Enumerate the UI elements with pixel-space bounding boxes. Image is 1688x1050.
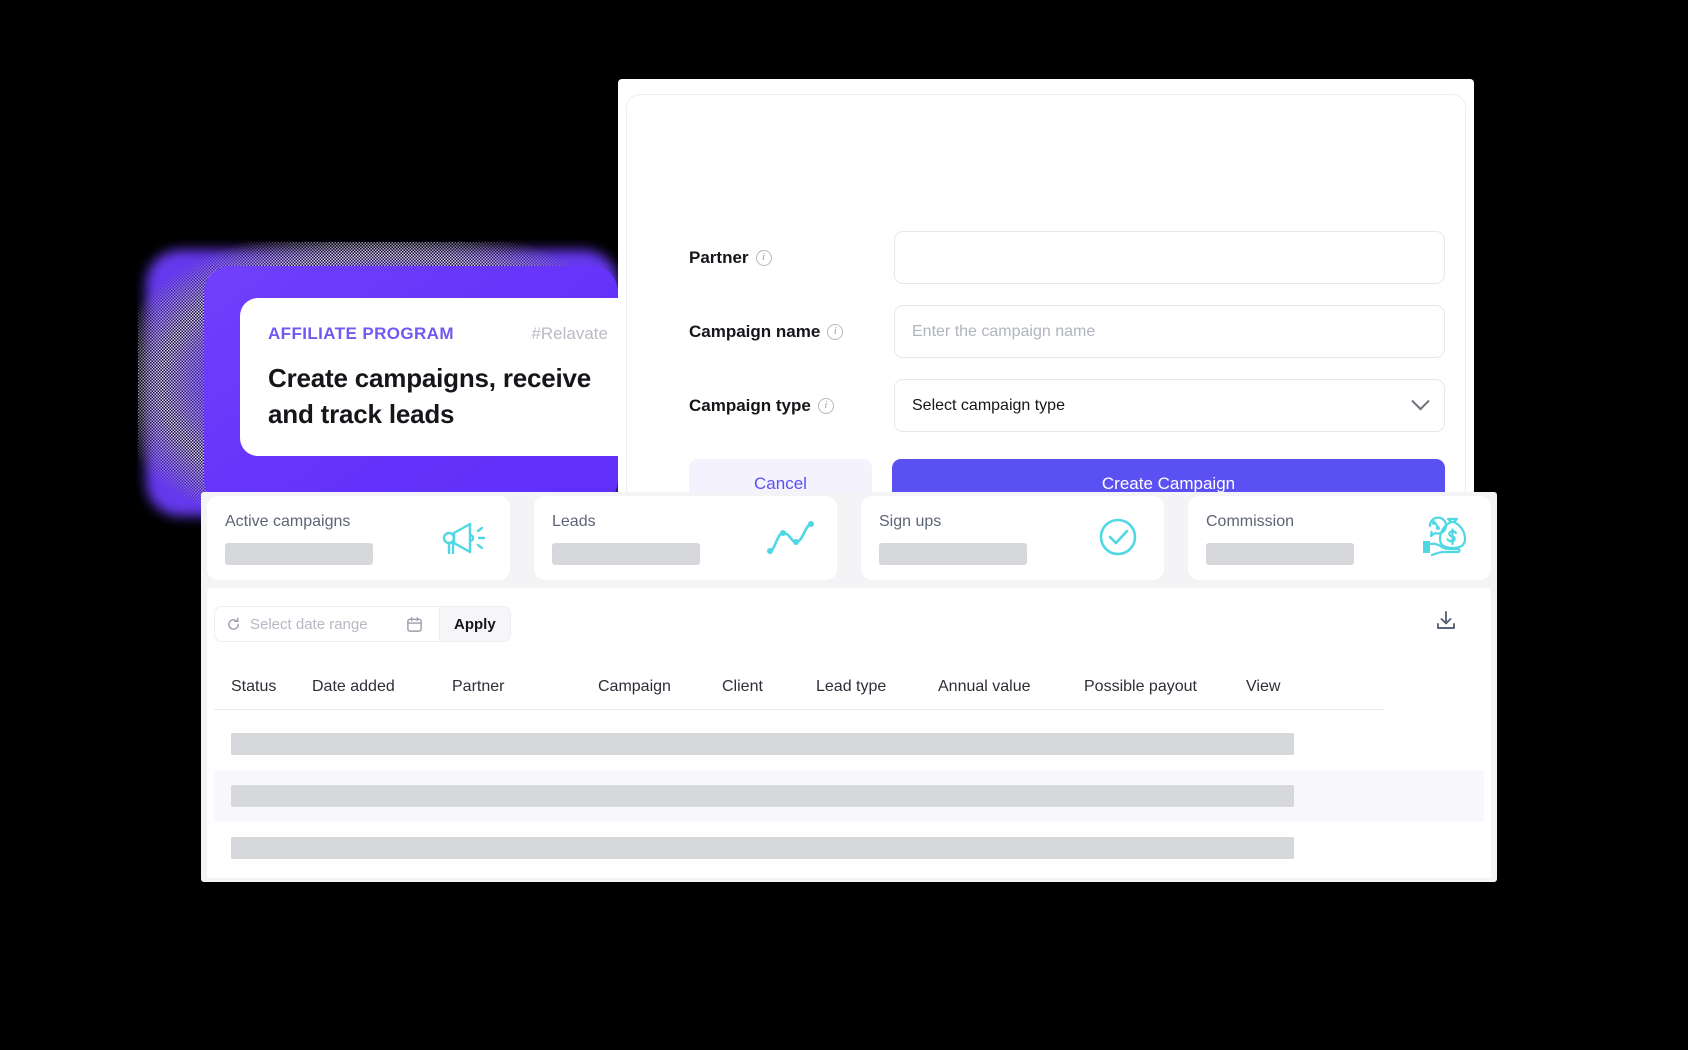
column-header-view[interactable]: View <box>1246 678 1306 696</box>
info-icon[interactable]: i <box>827 323 844 340</box>
stat-card-active-campaigns[interactable]: Active campaigns <box>207 496 510 580</box>
info-icon[interactable]: i <box>817 397 834 414</box>
leads-table-panel: Select date range Apply Status Date adde… <box>207 588 1491 878</box>
campaign-name-placeholder: Enter the campaign name <box>912 322 1096 340</box>
stat-card-content: Sign ups <box>879 513 1027 565</box>
promo-title: Create campaigns, receive and track lead… <box>268 363 592 429</box>
table-header-row: Status Date added Partner Campaign Clien… <box>214 664 1384 710</box>
download-icon[interactable] <box>1433 608 1459 634</box>
calendar-icon[interactable] <box>406 616 423 633</box>
create-campaign-form: Partner i Campaign name i Enter the camp… <box>626 94 1466 512</box>
column-header-date-added[interactable]: Date added <box>312 678 452 696</box>
promo-brand-tag: #Relavate <box>531 324 608 343</box>
line-chart-icon <box>763 513 819 561</box>
date-range-input[interactable]: Select date range <box>250 616 400 633</box>
check-circle-icon <box>1090 513 1146 561</box>
stat-value-placeholder <box>1206 543 1354 565</box>
column-header-annual-value[interactable]: Annual value <box>938 678 1084 696</box>
table-row[interactable] <box>214 822 1484 874</box>
campaign-type-label-text: Campaign type <box>689 395 811 415</box>
campaign-name-field-row: Campaign name i Enter the campaign name <box>689 305 1445 358</box>
stat-label: Commission <box>1206 513 1295 530</box>
stat-value-placeholder <box>552 543 700 565</box>
stat-card-sign-ups[interactable]: Sign ups <box>861 496 1164 580</box>
partner-label: Partner i <box>689 248 894 268</box>
stat-card-content: Leads <box>552 513 700 565</box>
create-campaign-modal: Partner i Campaign name i Enter the camp… <box>618 79 1474 523</box>
dashboard-panel: Active campaigns Leads Sign ups Commissi… <box>201 492 1497 882</box>
stat-card-content: Commission <box>1206 513 1354 565</box>
row-loading-placeholder <box>231 837 1294 859</box>
stat-card-leads[interactable]: Leads <box>534 496 837 580</box>
affiliate-promo-card: AFFILIATE PROGRAM #Relavate Create campa… <box>138 242 636 524</box>
campaign-name-label-text: Campaign name <box>689 321 821 341</box>
date-range-filter: Select date range Apply <box>214 606 511 642</box>
info-icon[interactable]: i <box>755 249 772 266</box>
screenshot-stage: AFFILIATE PROGRAM #Relavate Create campa… <box>0 0 1688 1050</box>
column-header-client[interactable]: Client <box>722 678 816 696</box>
apply-button[interactable]: Apply <box>439 607 510 641</box>
column-header-possible-payout[interactable]: Possible payout <box>1084 678 1246 696</box>
chevron-down-icon <box>1411 392 1430 411</box>
table-row[interactable] <box>214 770 1484 822</box>
partner-label-text: Partner <box>689 247 749 267</box>
campaign-type-label: Campaign type i <box>689 396 894 416</box>
partner-field-row: Partner i <box>689 231 1445 284</box>
campaign-name-input[interactable]: Enter the campaign name <box>894 305 1445 358</box>
column-header-status[interactable]: Status <box>214 678 312 696</box>
campaign-name-label: Campaign name i <box>689 322 894 342</box>
campaign-type-field-row: Campaign type i Select campaign type <box>689 379 1445 432</box>
stat-label: Active campaigns <box>225 513 351 530</box>
table-row[interactable] <box>214 718 1484 770</box>
stat-card-content: Active campaigns <box>225 513 373 565</box>
stat-label: Sign ups <box>879 513 942 530</box>
partner-input[interactable] <box>894 231 1445 284</box>
megaphone-icon <box>436 513 492 561</box>
column-header-lead-type[interactable]: Lead type <box>816 678 938 696</box>
promo-white-inner: AFFILIATE PROGRAM #Relavate Create campa… <box>240 298 636 456</box>
stat-value-placeholder <box>225 543 373 565</box>
column-header-campaign[interactable]: Campaign <box>598 678 722 696</box>
column-header-partner[interactable]: Partner <box>452 678 598 696</box>
stat-cards-row: Active campaigns Leads Sign ups Commissi… <box>207 496 1491 580</box>
stat-card-commission[interactable]: Commission <box>1188 496 1491 580</box>
campaign-type-selected-value: Select campaign type <box>912 396 1065 414</box>
row-loading-placeholder <box>231 785 1294 807</box>
money-bag-icon <box>1417 513 1473 561</box>
campaign-type-select[interactable]: Select campaign type <box>894 379 1445 432</box>
promo-header-row: AFFILIATE PROGRAM #Relavate <box>268 324 608 344</box>
row-loading-placeholder <box>231 733 1294 755</box>
refresh-icon[interactable] <box>226 617 241 632</box>
stat-value-placeholder <box>879 543 1027 565</box>
stat-label: Leads <box>552 513 596 530</box>
table-body <box>214 718 1484 874</box>
promo-eyebrow: AFFILIATE PROGRAM <box>268 324 454 343</box>
promo-purple-panel: AFFILIATE PROGRAM #Relavate Create campa… <box>204 266 636 506</box>
